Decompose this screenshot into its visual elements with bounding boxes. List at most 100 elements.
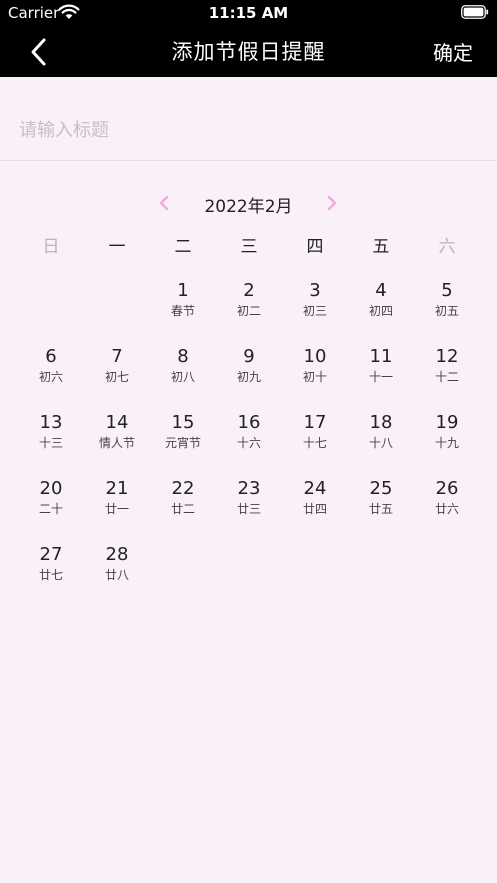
day-number: 7	[111, 346, 123, 367]
calendar-day-cell[interactable]: 24 廿四	[282, 478, 348, 534]
day-number: 21	[105, 478, 129, 499]
divider	[0, 160, 497, 161]
lunar-date: 初八	[170, 370, 195, 384]
calendar-day-cell[interactable]: 28 廿八	[84, 544, 150, 600]
calendar-day-cell[interactable]: 20 二十	[18, 478, 84, 534]
calendar-day-cell[interactable]: 3 初三	[282, 280, 348, 336]
lunar-date: 初三	[302, 304, 327, 318]
calendar-day-cell[interactable]: 21 廿一	[84, 478, 150, 534]
day-number: 20	[39, 478, 63, 499]
lunar-date: 初五	[434, 304, 459, 318]
day-number: 28	[105, 544, 129, 565]
calendar-day-cell[interactable]: 16 十六	[216, 412, 282, 468]
lunar-date: 初六	[38, 370, 63, 384]
day-number: 1	[177, 280, 189, 301]
lunar-date: 廿二	[170, 502, 195, 516]
day-number: 22	[171, 478, 195, 499]
day-number: 12	[435, 346, 459, 367]
nav-bar: 添加节假日提醒 确定	[0, 26, 497, 77]
lunar-date: 初七	[104, 370, 129, 384]
day-number: 3	[309, 280, 321, 301]
lunar-date: 廿六	[434, 502, 459, 516]
day-number: 9	[243, 346, 255, 367]
weekday-label: 四	[306, 237, 324, 257]
lunar-date: 情人节	[98, 436, 135, 450]
lunar-date: 十九	[434, 436, 459, 450]
lunar-date: 元宵节	[164, 436, 201, 450]
calendar-day-cell[interactable]: 23 廿三	[216, 478, 282, 534]
day-number: 24	[303, 478, 327, 499]
lunar-date: 初十	[302, 370, 327, 384]
lunar-date: 十八	[368, 436, 393, 450]
calendar-day-cell[interactable]: 27 廿七	[18, 544, 84, 600]
calendar-day-cell[interactable]: 4 初四	[348, 280, 414, 336]
calendar-day-cell[interactable]: 17 十七	[282, 412, 348, 468]
day-number: 11	[369, 346, 393, 367]
calendar-day-cell[interactable]: 19 十九	[414, 412, 480, 468]
lunar-date: 二十	[38, 502, 63, 516]
day-number: 23	[237, 478, 261, 499]
calendar-day-cell[interactable]: 10 初十	[282, 346, 348, 402]
day-number: 18	[369, 412, 393, 433]
day-number: 17	[303, 412, 327, 433]
title-input[interactable]	[0, 100, 497, 160]
calendar-day-cell[interactable]: 25 廿五	[348, 478, 414, 534]
lunar-date: 十六	[236, 436, 261, 450]
day-number: 25	[369, 478, 393, 499]
lunar-date: 廿七	[38, 568, 63, 582]
lunar-date: 春节	[170, 304, 195, 318]
weekday-label: 日	[42, 237, 60, 257]
calendar-day-cell[interactable]: 1 春节	[150, 280, 216, 336]
day-number: 27	[39, 544, 63, 565]
weekday-label: 二	[174, 237, 192, 257]
lunar-date: 初四	[368, 304, 393, 318]
calendar-day-cell[interactable]: 9 初九	[216, 346, 282, 402]
weekday-header: 日一二三四五六	[18, 232, 479, 260]
calendar-day-cell[interactable]: 11 十一	[348, 346, 414, 402]
calendar-day-cell[interactable]: 5 初五	[414, 280, 480, 336]
month-header: 2022年2月	[0, 188, 497, 218]
calendar-day-cell[interactable]: 8 初八	[150, 346, 216, 402]
day-number: 4	[375, 280, 387, 301]
confirm-button[interactable]: 确定	[433, 37, 473, 66]
day-number: 13	[39, 412, 63, 433]
weekday-label: 一	[108, 237, 126, 257]
day-number: 14	[105, 412, 129, 433]
calendar-day-cell[interactable]: 14 情人节	[84, 412, 150, 468]
day-number: 6	[45, 346, 57, 367]
status-time: 11:15 AM	[208, 4, 289, 22]
weekday-label: 三	[240, 237, 258, 257]
lunar-date: 十二	[434, 370, 459, 384]
lunar-date: 廿一	[104, 502, 129, 516]
calendar-day-cell[interactable]: 26 廿六	[414, 478, 480, 534]
day-number: 15	[171, 412, 195, 433]
page-title: 添加节假日提醒	[171, 40, 326, 64]
status-bar: Carrier 11:15 AM	[0, 0, 497, 26]
lunar-date: 十三	[38, 436, 63, 450]
day-number: 26	[435, 478, 459, 499]
next-month-chevron-right-icon[interactable]	[324, 192, 340, 214]
calendar-day-cell[interactable]: 22 廿二	[150, 478, 216, 534]
calendar-day-cell[interactable]: 6 初六	[18, 346, 84, 402]
day-number: 16	[237, 412, 261, 433]
lunar-date: 十七	[302, 436, 327, 450]
battery-icon	[461, 5, 489, 19]
weekday-label: 六	[438, 237, 456, 257]
lunar-date: 十一	[368, 370, 393, 384]
day-number: 19	[435, 412, 459, 433]
day-number: 2	[243, 280, 255, 301]
lunar-date: 廿四	[302, 502, 327, 516]
lunar-date: 初九	[236, 370, 261, 384]
calendar-day-cell[interactable]: 7 初七	[84, 346, 150, 402]
day-number: 5	[441, 280, 453, 301]
calendar-day-cell[interactable]: 12 十二	[414, 346, 480, 402]
month-label: 2022年2月	[204, 197, 293, 217]
weekday-label: 五	[372, 237, 390, 257]
lunar-date: 廿五	[368, 502, 393, 516]
calendar-grid: 1 春节 2 初二 3 初三 4 初四 5 初五 6 初六 7 初七 8 初八 9 初九 10 初十 11 十一 12 十二 1…	[18, 280, 479, 610]
calendar-day-cell[interactable]: 18 十八	[348, 412, 414, 468]
calendar-day-cell[interactable]: 2 初二	[216, 280, 282, 336]
lunar-date: 初二	[236, 304, 261, 318]
calendar-day-cell[interactable]: 13 十三	[18, 412, 84, 468]
calendar-day-cell[interactable]: 15 元宵节	[150, 412, 216, 468]
